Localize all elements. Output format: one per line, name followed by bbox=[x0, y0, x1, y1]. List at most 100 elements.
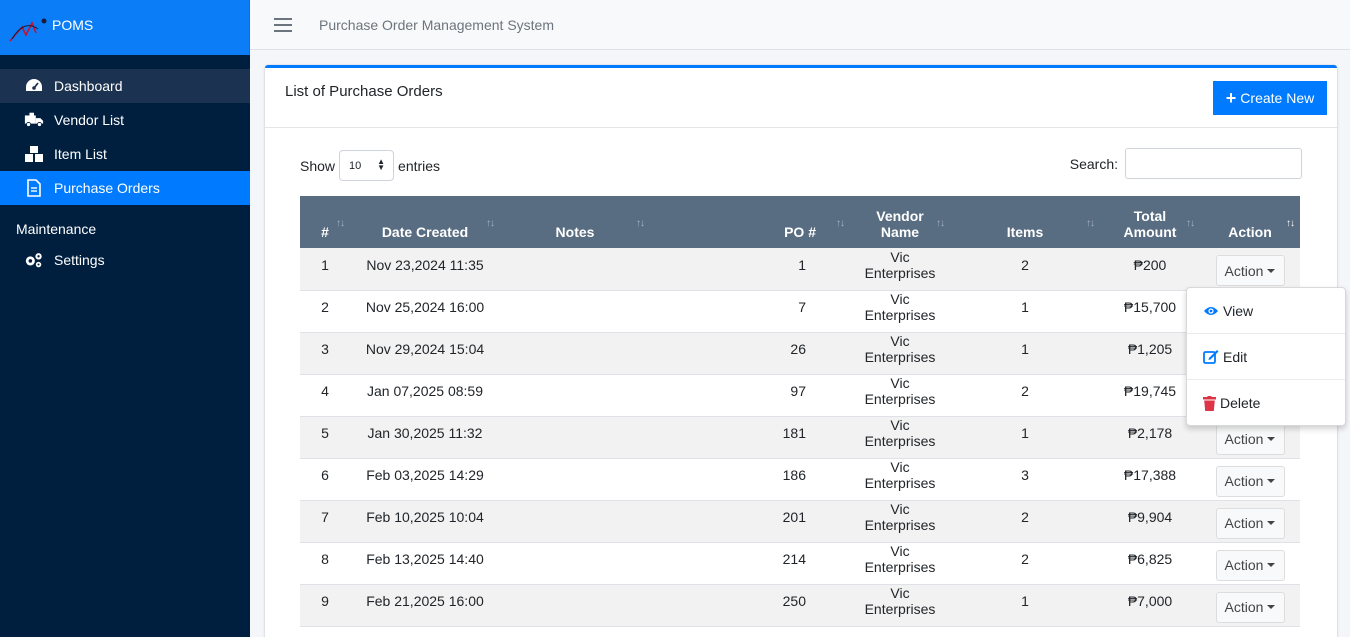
sidebar-item-label: Vendor List bbox=[54, 112, 125, 128]
view-menu-item[interactable]: View bbox=[1187, 288, 1345, 334]
sidebar-item-vendor-list[interactable]: Vendor List bbox=[0, 103, 250, 137]
sidebar-section-header: Maintenance bbox=[16, 221, 97, 237]
action-button[interactable]: Action bbox=[1215, 591, 1285, 623]
cell-number: 5 bbox=[321, 425, 329, 441]
action-button[interactable]: Action bbox=[1215, 507, 1285, 539]
entries-label: entries bbox=[398, 157, 441, 174]
action-button[interactable]: Action bbox=[1215, 423, 1285, 455]
cell-action: Action bbox=[1200, 500, 1300, 542]
col-header-vendor[interactable]: Vendor Name ↑↓ bbox=[850, 196, 950, 248]
col-header-number[interactable]: # ↑↓ bbox=[300, 196, 350, 248]
sidebar-item-item-list[interactable]: Item List bbox=[0, 137, 250, 171]
cell-vendor: Vic Enterprises bbox=[864, 543, 936, 575]
cell-vendor: Vic Enterprises bbox=[864, 333, 936, 365]
action-label: Action bbox=[1224, 557, 1264, 573]
col-header-action[interactable]: Action ↑↓ bbox=[1200, 196, 1300, 248]
cell-amount: ₱9,904 bbox=[1127, 509, 1173, 525]
trash-icon bbox=[1203, 395, 1216, 411]
cell-po: 186 bbox=[782, 467, 806, 483]
cell-number: 8 bbox=[321, 551, 329, 567]
sidebar-item-purchase-orders[interactable]: Purchase Orders bbox=[0, 171, 250, 205]
table-row: 4 Jan 07,2025 08:59 97 Vic Enterprises 2 ₱19,… bbox=[300, 374, 1300, 416]
sort-icon: ↑↓ bbox=[836, 218, 845, 229]
cell-amount: ₱200 bbox=[1133, 256, 1167, 273]
table-row: 9 Feb 21,2025 16:00 250 Vic Enterprises 1 ₱7,… bbox=[300, 584, 1300, 626]
sidebar-item-settings[interactable]: Settings bbox=[0, 243, 250, 277]
edit-label: Edit bbox=[1223, 348, 1248, 365]
sidebar-item-label: Settings bbox=[54, 252, 105, 268]
cell-number: 6 bbox=[321, 467, 329, 483]
caret-down-icon bbox=[1267, 563, 1276, 567]
cell-notes bbox=[500, 458, 650, 500]
card-title: List of Purchase Orders bbox=[285, 83, 443, 100]
cell-po: 214 bbox=[782, 551, 806, 567]
purchase-orders-card: List of Purchase Orders + Create New Sho… bbox=[265, 65, 1337, 637]
card-header: List of Purchase Orders + Create New bbox=[265, 68, 1337, 128]
col-header-amount[interactable]: Total Amount ↑↓ bbox=[1100, 196, 1200, 248]
cell-notes bbox=[500, 290, 650, 332]
table-row: 8 Feb 13,2025 14:40 214 Vic Enterprises 2 ₱6,… bbox=[300, 542, 1300, 584]
entries-value: 10 bbox=[349, 159, 362, 172]
cell-date: Feb 10,2025 10:04 bbox=[366, 509, 484, 525]
edit-menu-item[interactable]: Edit bbox=[1187, 334, 1345, 380]
truck-icon bbox=[24, 111, 44, 129]
cell-po: 1 bbox=[798, 256, 806, 273]
sidebar-item-label: Item List bbox=[54, 146, 107, 162]
cell-amount: ₱2,178 bbox=[1127, 425, 1173, 441]
cell-vendor: Vic Enterprises bbox=[864, 291, 936, 323]
topbar: Purchase Order Management System bbox=[250, 0, 1350, 50]
cell-notes bbox=[500, 374, 650, 416]
table-header-row: # ↑↓ Date Created ↑↓ Notes ↑↓ PO # ↑↓ Vendor… bbox=[300, 196, 1300, 248]
delete-label: Delete bbox=[1220, 395, 1261, 411]
cell-date: Feb 13,2025 14:40 bbox=[366, 551, 484, 567]
sidebar-item-dashboard[interactable]: Dashboard bbox=[0, 69, 250, 103]
caret-down-icon bbox=[1267, 521, 1276, 525]
table-body: 1 Nov 23,2024 11:35 1 Vic Enterprises 2 ₱200 A… bbox=[300, 248, 1300, 626]
cell-action: Action bbox=[1200, 458, 1300, 500]
cell-number: 3 bbox=[321, 341, 329, 357]
menu-toggle-icon[interactable] bbox=[274, 17, 292, 32]
cell-vendor: Vic Enterprises bbox=[864, 417, 936, 449]
col-header-date[interactable]: Date Created ↑↓ bbox=[350, 196, 500, 248]
create-new-button[interactable]: + Create New bbox=[1213, 81, 1327, 115]
brand-name: POMS bbox=[52, 16, 94, 33]
sidebar-item-label: Dashboard bbox=[54, 78, 123, 94]
cell-date: Nov 23,2024 11:35 bbox=[366, 256, 484, 273]
table-row: 5 Jan 30,2025 11:32 181 Vic Enterprises 1 ₱2,… bbox=[300, 416, 1300, 458]
create-new-label: Create New bbox=[1240, 90, 1315, 106]
cell-notes bbox=[500, 332, 650, 374]
caret-down-icon bbox=[1267, 605, 1276, 609]
cell-number: 9 bbox=[321, 593, 329, 609]
col-header-items[interactable]: Items ↑↓ bbox=[950, 196, 1100, 248]
show-label: Show bbox=[300, 157, 336, 174]
action-label: Action bbox=[1224, 515, 1264, 531]
sort-icon: ↑↓ bbox=[1286, 218, 1295, 229]
delete-menu-item[interactable]: Delete bbox=[1187, 380, 1345, 426]
cell-items: 2 bbox=[1021, 509, 1029, 525]
cell-date: Nov 25,2024 16:00 bbox=[365, 299, 485, 315]
cell-date: Jan 07,2025 08:59 bbox=[367, 383, 483, 399]
cell-date: Nov 29,2024 15:04 bbox=[365, 341, 485, 357]
dashboard-icon bbox=[24, 77, 44, 95]
sort-icon: ↑↓ bbox=[336, 218, 345, 229]
eye-icon bbox=[1204, 306, 1218, 315]
action-button[interactable]: Action bbox=[1215, 465, 1285, 497]
action-button[interactable]: Action bbox=[1215, 255, 1285, 287]
file-icon bbox=[24, 179, 44, 197]
col-header-po[interactable]: PO # ↑↓ bbox=[650, 196, 850, 248]
cell-amount: ₱19,745 bbox=[1123, 383, 1177, 399]
sort-icon: ↑↓ bbox=[636, 218, 645, 229]
cell-vendor: Vic Enterprises bbox=[864, 459, 936, 491]
action-button[interactable]: Action bbox=[1215, 549, 1285, 581]
cell-date: Feb 21,2025 16:00 bbox=[366, 593, 484, 609]
brand[interactable]: POMS bbox=[0, 0, 250, 55]
gears-icon bbox=[24, 251, 44, 269]
entries-select[interactable]: 10 ▲ ▼ bbox=[339, 150, 395, 181]
cell-vendor: Vic Enterprises bbox=[864, 501, 936, 533]
table-row: 6 Feb 03,2025 14:29 186 Vic Enterprises 3 ₱17… bbox=[300, 458, 1300, 500]
search-input[interactable] bbox=[1125, 148, 1302, 179]
sidebar-nav: Dashboard Vendor List Item List Purchase… bbox=[0, 69, 250, 277]
cell-items: 3 bbox=[1021, 467, 1029, 483]
cell-amount: ₱6,825 bbox=[1127, 551, 1173, 567]
col-header-notes[interactable]: Notes ↑↓ bbox=[500, 196, 650, 248]
